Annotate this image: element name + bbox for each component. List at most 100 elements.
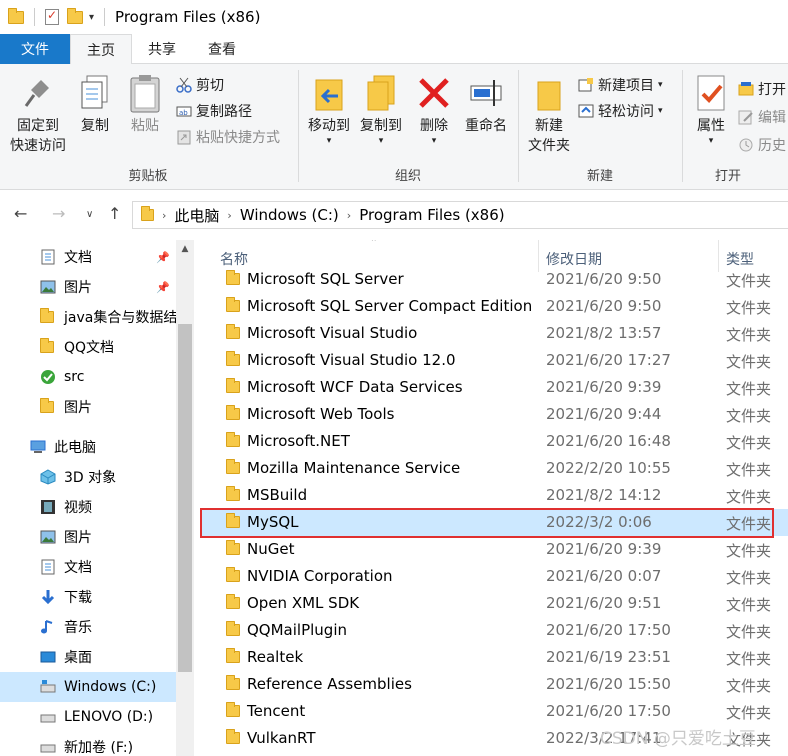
file-date: 2021/6/20 9:39 — [546, 378, 662, 396]
new-item-button[interactable]: 新建项目 ▾ — [578, 74, 663, 96]
tab-home[interactable]: 主页 — [70, 34, 132, 65]
nav-item-windows-c[interactable]: Windows (C:) — [0, 672, 176, 702]
nav-item-java-folder[interactable]: java集合与数据结 — [0, 302, 176, 332]
paste-button[interactable]: 粘贴 — [122, 74, 168, 136]
copy-path-button[interactable]: ab 复制路径 — [176, 100, 252, 122]
nav-item-music[interactable]: 音乐 — [0, 612, 176, 642]
nav-item-label: QQ文档 — [64, 340, 115, 356]
file-name: Microsoft Web Tools — [247, 405, 395, 423]
desktop-icon — [40, 649, 56, 665]
table-row[interactable]: Microsoft Web Tools 2021/6/20 9:44 文件夹 — [200, 401, 788, 428]
history-button[interactable]: 历史 — [738, 134, 786, 156]
nav-item-pictures[interactable]: 图片 📌 — [0, 272, 176, 302]
table-row[interactable]: Open XML SDK 2021/6/20 9:51 文件夹 — [200, 590, 788, 617]
folder-icon — [226, 729, 240, 744]
folder-icon — [226, 405, 240, 420]
forward-arrow-icon[interactable]: → — [52, 204, 65, 223]
file-date: 2021/6/20 17:27 — [546, 351, 671, 369]
table-row[interactable]: Microsoft Visual Studio 2021/8/2 13:57 文件夹 — [200, 320, 788, 347]
folder-icon — [226, 648, 240, 663]
properties-label: 属性 — [697, 118, 725, 134]
new-folder-qat-icon[interactable] — [67, 7, 83, 25]
video-icon — [40, 499, 56, 515]
move-to-button[interactable]: 移动到 ▾ — [302, 74, 356, 146]
clipboard-group: 固定到 快速访问 复制 粘贴 剪切 ab 复制路径 粘贴快捷方式 剪贴板 — [0, 68, 296, 186]
table-row[interactable]: Reference Assemblies 2021/6/20 15:50 文件夹 — [200, 671, 788, 698]
file-date: 2021/8/2 14:12 — [546, 486, 662, 504]
breadcrumb-separator-icon[interactable]: › — [347, 209, 351, 222]
nav-item-desktop[interactable]: 桌面 — [0, 642, 176, 672]
new-folder-label-1: 新建 — [535, 118, 563, 134]
table-row[interactable]: Realtek 2021/6/19 23:51 文件夹 — [200, 644, 788, 671]
table-row[interactable]: Microsoft SQL Server Compact Edition 2021… — [200, 293, 788, 320]
nav-item-new-volume-f[interactable]: 新加卷 (F:) — [0, 732, 176, 756]
file-type: 文件夹 — [726, 677, 772, 695]
back-arrow-icon[interactable]: ← — [14, 204, 27, 223]
folder-icon — [226, 486, 240, 501]
pin-icon[interactable]: 📌 — [156, 251, 170, 264]
easy-access-button[interactable]: 轻松访问 ▾ — [578, 100, 663, 122]
pin-icon[interactable]: 📌 — [156, 281, 170, 294]
breadcrumb-separator-icon[interactable]: › — [227, 209, 231, 222]
table-row[interactable]: Mozilla Maintenance Service 2022/2/20 10:… — [200, 455, 788, 482]
copy-button[interactable]: 复制 — [72, 74, 118, 136]
nav-item-documents[interactable]: 文档 📌 — [0, 242, 176, 272]
open-group: 属性 ▾ 打开 编辑 历史 打开 — [684, 68, 788, 186]
table-row[interactable]: Tencent 2021/6/20 17:50 文件夹 — [200, 698, 788, 725]
paste-shortcut-icon — [176, 129, 192, 145]
breadcrumb-this-pc[interactable]: 此电脑 — [174, 205, 219, 226]
file-name: NVIDIA Corporation — [247, 567, 393, 585]
tab-view[interactable]: 查看 — [192, 34, 252, 64]
delete-button[interactable]: 删除 ▾ — [414, 74, 454, 146]
table-row[interactable]: NVIDIA Corporation 2021/6/20 0:07 文件夹 — [200, 563, 788, 590]
recent-locations-chevron-icon[interactable]: ∨ — [86, 209, 93, 220]
table-row[interactable]: NuGet 2021/6/20 9:39 文件夹 — [200, 536, 788, 563]
nav-item-downloads[interactable]: 下载 — [0, 582, 176, 612]
table-row[interactable]: Microsoft SQL Server 2021/6/20 9:50 文件夹 — [200, 266, 788, 293]
table-row[interactable]: Microsoft WCF Data Services 2021/6/20 9:3… — [200, 374, 788, 401]
table-row[interactable]: MySQL 2022/3/2 0:06 文件夹 — [200, 509, 788, 536]
nav-item-pictures-2[interactable]: 图片 — [0, 392, 176, 422]
paste-shortcut-button[interactable]: 粘贴快捷方式 — [176, 126, 280, 148]
up-arrow-icon[interactable]: ↑ — [108, 204, 121, 223]
nav-scrollbar-thumb[interactable] — [178, 324, 192, 672]
breadcrumb-separator-icon[interactable]: › — [162, 209, 166, 222]
properties-button[interactable]: 属性 ▾ — [688, 74, 734, 146]
open-button[interactable]: 打开 — [738, 78, 786, 100]
nav-item-this-pc[interactable]: 此电脑 — [0, 432, 176, 462]
nav-item-lenovo-d[interactable]: LENOVO (D:) — [0, 702, 176, 732]
new-folder-button[interactable]: 新建 文件夹 — [522, 74, 576, 156]
edit-button[interactable]: 编辑 — [738, 106, 786, 128]
nav-item-label: LENOVO (D:) — [64, 709, 154, 725]
customize-qat-chevron-icon[interactable]: ▾ — [89, 12, 94, 23]
nav-item-3d-objects[interactable]: 3D 对象 — [0, 462, 176, 492]
pin-to-quick-access-button[interactable]: 固定到 快速访问 — [6, 74, 70, 156]
nav-item-pictures-3[interactable]: 图片 — [0, 522, 176, 552]
table-row[interactable]: QQMailPlugin 2021/6/20 17:50 文件夹 — [200, 617, 788, 644]
table-row[interactable]: MSBuild 2021/8/2 14:12 文件夹 — [200, 482, 788, 509]
address-bar[interactable]: › 此电脑 › Windows (C:) › Program Files (x8… — [132, 201, 788, 229]
breadcrumb-program-files-x86[interactable]: Program Files (x86) — [359, 206, 504, 224]
file-date: 2021/6/19 23:51 — [546, 648, 671, 666]
nav-item-videos[interactable]: 视频 — [0, 492, 176, 522]
nav-item-qq-docs[interactable]: QQ文档 — [0, 332, 176, 362]
rename-button[interactable]: 重命名 — [458, 74, 514, 136]
tab-file[interactable]: 文件 — [0, 34, 70, 64]
history-label: 历史 — [758, 138, 786, 154]
tab-share[interactable]: 共享 — [132, 34, 192, 64]
table-row[interactable]: Microsoft.NET 2021/6/20 16:48 文件夹 — [200, 428, 788, 455]
copy-to-button[interactable]: 复制到 ▾ — [354, 74, 408, 146]
scroll-up-arrow-icon[interactable]: ▲ — [176, 244, 194, 254]
nav-item-documents-2[interactable]: 文档 — [0, 552, 176, 582]
breadcrumb-windows-c[interactable]: Windows (C:) — [240, 206, 339, 224]
nav-item-src[interactable]: src — [0, 362, 176, 392]
open-group-label: 打开 — [714, 169, 741, 184]
file-date: 2021/6/20 9:50 — [546, 270, 662, 288]
cut-button[interactable]: 剪切 — [176, 74, 224, 96]
clipboard-group-label: 剪贴板 — [128, 169, 168, 184]
properties-qat-icon[interactable] — [45, 8, 59, 25]
pictures-icon — [40, 529, 56, 545]
file-date: 2021/6/20 17:50 — [546, 702, 671, 720]
table-row[interactable]: Microsoft Visual Studio 12.0 2021/6/20 17… — [200, 347, 788, 374]
nav-scrollbar[interactable]: ▲ — [176, 240, 194, 756]
